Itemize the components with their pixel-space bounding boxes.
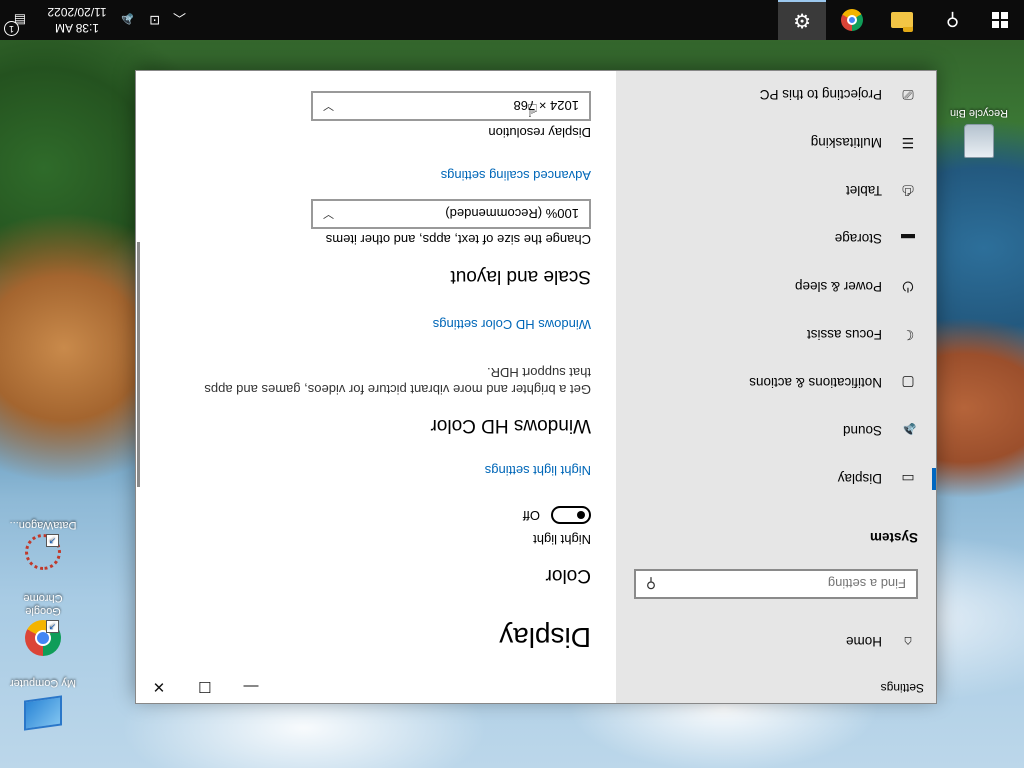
hd-color-settings-link[interactable]: Windows HD Color settings <box>433 317 591 332</box>
toggle-knob <box>577 511 585 519</box>
sidebar-item-label: Display <box>837 471 882 487</box>
sidebar-item-projecting[interactable]: ⎚ Projecting to this PC <box>616 71 936 119</box>
windows-start-icon <box>992 12 1008 28</box>
clock-time: 1:38 AM <box>54 21 100 35</box>
speaker-icon: 🔈 <box>899 423 917 440</box>
taskbar-chrome[interactable] <box>828 0 876 40</box>
sidebar-item-sound[interactable]: 🔈 Sound <box>616 407 936 455</box>
sidebar-item-home[interactable]: ⌂ Home <box>616 618 936 666</box>
sidebar-item-label: Projecting to this PC <box>759 87 882 103</box>
minimize-button[interactable]: — <box>228 671 274 703</box>
sidebar-item-tablet[interactable]: ⎙ Tablet <box>616 167 936 215</box>
network-icon[interactable]: ⊡ <box>149 0 160 40</box>
hand-cursor-icon: ☝ <box>527 100 538 120</box>
sidebar-item-display[interactable]: ▭ Display <box>616 455 936 503</box>
computer-icon <box>23 692 63 731</box>
gear-icon: ⚙ <box>793 9 811 32</box>
desktop-icon-my-computer[interactable]: My Computer <box>8 676 78 732</box>
search-icon: ⚲ <box>645 576 657 593</box>
taskbar-settings[interactable]: ⚙ <box>778 0 826 40</box>
taskbar-search-button[interactable]: ⚲ <box>928 0 976 40</box>
desktop-icon-datawagon[interactable]: ↗ DataWagon... <box>8 518 78 572</box>
recycle-bin-icon <box>959 122 999 158</box>
volume-icon[interactable]: 🔈 <box>118 0 134 40</box>
folder-icon <box>891 12 913 28</box>
resolution-dropdown[interactable]: 1024 × 768 ﹀ <box>311 91 591 121</box>
night-light-toggle[interactable] <box>551 506 591 524</box>
sidebar-item-label: Multitasking <box>810 135 882 151</box>
resolution-dropdown-value: 1024 × 768 <box>513 98 579 114</box>
projector-icon: ⎚ <box>902 87 914 104</box>
desktop-icon-label: My Computer <box>9 677 77 689</box>
notification-icon: ▢ <box>901 375 915 392</box>
sidebar-item-focus-assist[interactable]: ☾ Focus assist <box>616 311 936 359</box>
search-icon: ⚲ <box>945 10 959 31</box>
taskbar-clock[interactable]: 1:38 AM 11/20/2022 <box>42 4 112 36</box>
datawagon-icon: ↗ <box>23 534 63 570</box>
desktop-icon-label: Google Chrome <box>23 592 63 617</box>
close-button[interactable]: ✕ <box>136 671 182 703</box>
sidebar-item-label: Home <box>845 634 882 650</box>
desktop-icon-label: Recycle Bin <box>949 107 1009 119</box>
settings-window: Settings ⌂ Home ⚲ System ▭ Display 🔈 Sou… <box>136 71 936 703</box>
advanced-scaling-link[interactable]: Advanced scaling settings <box>441 168 591 183</box>
maximize-button[interactable]: ☐ <box>182 671 228 703</box>
show-hidden-icons-button[interactable]: ︿ <box>173 0 186 40</box>
chevron-down-icon: ﹀ <box>323 207 334 219</box>
sidebar-item-label: Tablet <box>845 183 882 199</box>
sidebar-item-multitasking[interactable]: ☰ Multitasking <box>616 119 936 167</box>
desktop-icon-recycle-bin[interactable]: Recycle Bin <box>944 106 1014 158</box>
taskbar: ⚲ ⚙ ︿ ⊡ 🔈 1:38 AM 11/20/2022 ▤ 1 <box>0 0 1024 40</box>
action-center-button[interactable]: ▤ 1 <box>0 0 40 40</box>
chrome-icon: ↗ <box>23 620 63 656</box>
night-light-label: Night light <box>533 532 591 547</box>
taskbar-file-explorer[interactable] <box>878 0 926 40</box>
scale-dropdown[interactable]: 100% (Recommended) ﹀ <box>311 199 591 229</box>
sidebar-item-label: Sound <box>842 423 882 439</box>
sidebar-item-storage[interactable]: ▬ Storage <box>616 215 936 263</box>
scale-description: Change the size of text, apps, and other… <box>325 232 591 247</box>
hd-color-description-line-1: Get a brighter and more vibrant picture … <box>204 382 591 397</box>
scale-dropdown-value: 100% (Recommended) <box>445 206 579 222</box>
sidebar-item-label: Power & sleep <box>794 279 882 295</box>
page-title: Display <box>499 622 591 653</box>
night-light-settings-link[interactable]: Night light settings <box>485 463 591 478</box>
monitor-icon: ▭ <box>901 471 915 488</box>
sidebar-item-label: Notifications & actions <box>749 375 882 391</box>
window-title: Settings <box>880 681 924 695</box>
hd-color-heading: Windows HD Color <box>430 415 591 436</box>
notification-badge: 1 <box>4 21 19 36</box>
storage-icon: ▬ <box>901 231 915 247</box>
home-icon: ⌂ <box>903 634 913 650</box>
power-icon: ⏻ <box>902 279 914 296</box>
clock-date: 11/20/2022 <box>47 5 107 19</box>
screen: My Computer ↗ Google Chrome ↗ DataWagon.… <box>0 0 1024 768</box>
tablet-icon: ⎙ <box>902 183 914 200</box>
scrollbar-thumb[interactable] <box>137 242 140 487</box>
search-box[interactable]: ⚲ <box>634 569 918 599</box>
search-input[interactable] <box>666 575 916 593</box>
hd-color-description-line-2: that support HDR. <box>486 365 591 380</box>
sidebar-item-label: Focus assist <box>806 327 882 343</box>
scale-layout-heading: Scale and layout <box>450 266 592 287</box>
color-heading: Color <box>545 565 591 586</box>
desktop-icon-google-chrome[interactable]: ↗ Google Chrome <box>8 591 78 656</box>
night-light-state: Off <box>522 508 540 523</box>
chevron-down-icon: ﹀ <box>323 99 334 111</box>
settings-sidebar: Settings ⌂ Home ⚲ System ▭ Display 🔈 Sou… <box>616 71 936 703</box>
sidebar-item-power-sleep[interactable]: ⏻ Power & sleep <box>616 263 936 311</box>
sidebar-item-label: Storage <box>834 231 882 247</box>
moon-icon: ☾ <box>901 327 915 344</box>
start-button[interactable] <box>976 0 1024 40</box>
settings-content: — ☐ ✕ Display Color Night light Off Nigh… <box>136 71 616 703</box>
section-heading: System <box>869 530 918 545</box>
desktop-icon-label: DataWagon... <box>9 519 77 531</box>
chrome-icon <box>841 9 863 31</box>
multitasking-icon: ☰ <box>901 135 915 152</box>
resolution-label: Display resolution <box>488 125 591 140</box>
sidebar-item-notifications[interactable]: ▢ Notifications & actions <box>616 359 936 407</box>
